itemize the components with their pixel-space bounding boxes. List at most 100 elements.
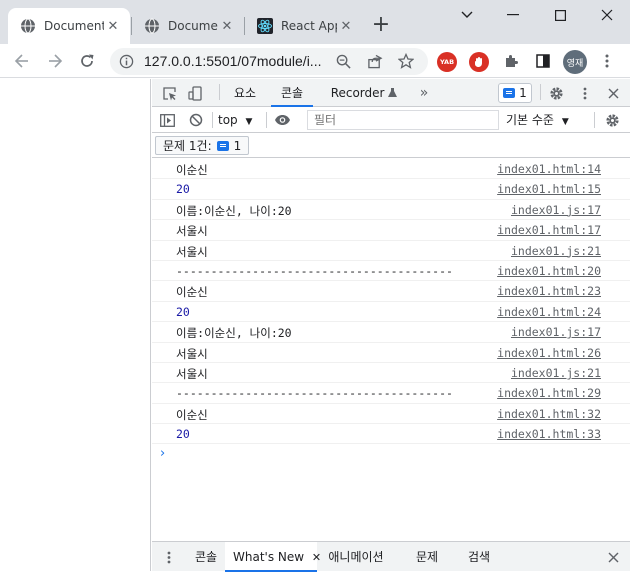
drawer-tab-whats-new[interactable]: What's New ✕ (225, 542, 321, 572)
url-text[interactable]: 127.0.0.1:5501/07module/i... (144, 53, 321, 69)
context-select[interactable]: top ▼ (218, 110, 252, 130)
close-tab-icon[interactable]: ✕ (218, 17, 236, 35)
kebab-menu-icon[interactable] (576, 84, 594, 102)
minimize-button[interactable] (498, 4, 528, 26)
kebab-menu-icon[interactable] (595, 49, 619, 73)
browser-tab-3[interactable]: React App ✕ (245, 8, 363, 44)
log-source-link[interactable]: index01.js:17 (511, 203, 601, 217)
back-arrow-icon[interactable] (10, 49, 34, 73)
log-source-link[interactable]: index01.html:14 (497, 162, 601, 176)
address-bar[interactable]: 127.0.0.1:5501/07module/i... (110, 48, 428, 75)
log-message: 이순신 (176, 407, 208, 422)
forward-arrow-icon[interactable] (43, 49, 67, 73)
toolbar-divider (212, 112, 213, 128)
drawer-tab-search[interactable]: 검색 (462, 542, 496, 572)
console-log-row: 이순신 index01.html:14 (152, 159, 630, 180)
log-source-link[interactable]: index01.html:26 (497, 346, 601, 360)
log-source-link[interactable]: index01.js:17 (511, 325, 601, 339)
dropdown-arrow-icon: ▼ (561, 117, 569, 127)
browser-tab-2[interactable]: Document ✕ (132, 8, 244, 44)
console-log-row: 이순신 index01.html:23 (152, 281, 630, 302)
log-message: 서울시 (176, 366, 208, 381)
tab-title: Document (44, 19, 104, 33)
browser-toolbar: 127.0.0.1:5501/07module/i... YAB 영재 (0, 44, 630, 78)
tab-elements[interactable]: 요소 (225, 79, 265, 107)
gear-icon[interactable] (603, 111, 621, 129)
zoom-icon[interactable] (336, 54, 351, 69)
log-level-select[interactable]: 기본 수준 ▼ (506, 110, 569, 130)
toolbar-divider (219, 84, 220, 100)
info-icon[interactable] (119, 54, 134, 69)
devtools-tabbar: 요소 콘솔 Recorder » 1 (152, 79, 630, 107)
maximize-button[interactable] (545, 4, 575, 26)
log-level-value: 기본 수준 (506, 113, 554, 127)
log-message: ---------------------------------------- (176, 386, 453, 401)
chevron-down-icon[interactable] (452, 4, 482, 26)
issues-button[interactable]: 문제 1건: 1 (155, 136, 250, 155)
log-message: 서울시 (176, 346, 208, 361)
eye-icon[interactable] (273, 111, 291, 129)
clear-console-icon[interactable] (187, 111, 205, 129)
log-source-link[interactable]: index01.html:20 (497, 264, 601, 278)
close-icon[interactable]: ✕ (312, 551, 321, 564)
drawer-tab-animation[interactable]: 애니메이션 (324, 542, 388, 572)
bookmark-star-icon[interactable] (398, 53, 414, 69)
tab-title: Document (168, 19, 218, 33)
drawer-tab-console[interactable]: 콘솔 (189, 542, 223, 572)
page-viewport (0, 79, 151, 571)
issues-label: 문제 1건: (163, 139, 212, 153)
close-window-button[interactable] (592, 4, 622, 26)
inspect-element-icon[interactable] (160, 84, 178, 102)
share-icon[interactable] (367, 54, 383, 69)
tab-title: React App (281, 19, 337, 33)
puzzle-icon[interactable] (499, 49, 523, 73)
close-tab-icon[interactable]: ✕ (104, 17, 122, 35)
tab-recorder[interactable]: Recorder (320, 79, 408, 107)
log-message: 서울시 (176, 244, 208, 259)
issues-bar: 문제 1건: 1 (152, 133, 630, 158)
more-tabs-button[interactable]: » (414, 79, 434, 107)
issues-counter[interactable]: 1 (498, 83, 532, 103)
message-icon (503, 88, 516, 98)
console-prompt[interactable]: › (160, 446, 165, 461)
console-log-row: 20 index01.html:24 (152, 302, 630, 323)
console-log-row: 이름:이순신, 나이:20 index01.js:17 (152, 200, 630, 221)
console-log-row: 20 index01.html:15 (152, 179, 630, 200)
log-source-link[interactable]: index01.html:17 (497, 223, 601, 237)
devtools-panel: 요소 콘솔 Recorder » 1 top ▼ 필터 기본 수준 ▼ 문제 1… (152, 79, 630, 572)
close-tab-icon[interactable]: ✕ (337, 17, 355, 35)
kebab-menu-icon[interactable] (160, 548, 178, 566)
tab-console[interactable]: 콘솔 (271, 79, 313, 107)
log-source-link[interactable]: index01.html:15 (497, 182, 601, 196)
log-source-link[interactable]: index01.js:21 (511, 244, 601, 258)
console-log-row: 서울시 index01.js:21 (152, 241, 630, 261)
browser-tab-1[interactable]: Document ✕ (8, 8, 130, 44)
log-source-link[interactable]: index01.js:21 (511, 366, 601, 380)
flask-icon (388, 88, 398, 97)
reload-icon[interactable] (75, 49, 99, 73)
toolbar-divider (594, 112, 595, 128)
yab-extension-icon[interactable]: YAB (437, 52, 457, 72)
filter-input[interactable] (307, 110, 499, 130)
side-panel-icon[interactable] (531, 49, 555, 73)
log-source-link[interactable]: index01.html:24 (497, 305, 601, 319)
gear-icon[interactable] (547, 84, 565, 102)
log-source-link[interactable]: index01.html:23 (497, 284, 601, 298)
device-toggle-icon[interactable] (186, 84, 204, 102)
message-icon (216, 140, 229, 151)
new-tab-button[interactable]: + (371, 14, 391, 36)
close-devtools-icon[interactable] (604, 84, 622, 102)
log-message: 20 (176, 182, 190, 197)
drawer-tab-issues[interactable]: 문제 (410, 542, 444, 572)
context-value: top (218, 113, 238, 127)
log-message: 20 (176, 304, 190, 319)
avatar[interactable]: 영재 (563, 50, 587, 74)
log-source-link[interactable]: index01.html:32 (497, 407, 601, 421)
shield-extension-icon[interactable] (469, 52, 489, 72)
sidebar-toggle-icon[interactable] (158, 111, 176, 129)
log-message: 이름:이순신, 나이:20 (176, 203, 292, 218)
log-source-link[interactable]: index01.html:33 (497, 427, 601, 441)
close-drawer-icon[interactable] (604, 548, 622, 566)
log-source-link[interactable]: index01.html:29 (497, 386, 601, 400)
tab-strip: Document ✕ Document ✕ React App ✕ + (0, 0, 630, 44)
